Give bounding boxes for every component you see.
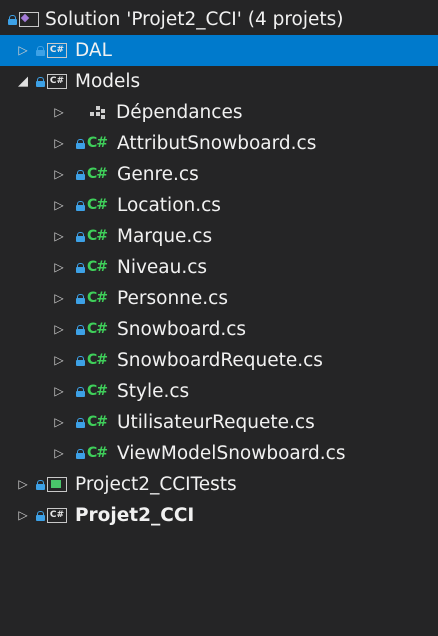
file-label: Genre.cs [117, 164, 199, 185]
file-label: ViewModelSnowboard.cs [117, 443, 346, 464]
csharp-file-icon: C# [87, 228, 108, 244]
csharp-file-icon: C# [87, 414, 108, 430]
project-node-main[interactable]: ▷ C# Projet2_CCI [0, 500, 438, 531]
file-node[interactable]: ▷ C# ViewModelSnowboard.cs [0, 438, 438, 469]
lock-icon [76, 293, 85, 304]
csharp-file-icon: C# [87, 135, 108, 151]
expand-arrow-icon[interactable]: ▷ [52, 376, 66, 407]
file-node[interactable]: ▷ C# Marque.cs [0, 221, 438, 252]
file-label: Personne.cs [117, 288, 228, 309]
file-node[interactable]: ▷ C# AttributSnowboard.cs [0, 128, 438, 159]
expand-arrow-icon[interactable]: ▷ [16, 500, 30, 531]
expand-arrow-icon[interactable]: ▷ [52, 190, 66, 221]
lock-icon [76, 200, 85, 211]
csharp-file-icon: C# [87, 290, 108, 306]
project-label-dal: DAL [75, 40, 112, 61]
solution-icon [19, 12, 39, 27]
expand-arrow-icon[interactable]: ▷ [52, 283, 66, 314]
file-node[interactable]: ▷ C# UtilisateurRequete.cs [0, 407, 438, 438]
lock-icon [76, 355, 85, 366]
dependencies-node[interactable]: ▷ Dépendances [0, 97, 438, 128]
solution-label: Solution 'Projet2_CCI' (4 projets) [45, 9, 344, 30]
file-node[interactable]: ▷ C# Snowboard.cs [0, 314, 438, 345]
lock-icon [76, 138, 85, 149]
project-label-main: Projet2_CCI [75, 505, 195, 526]
file-node[interactable]: ▷ C# Style.cs [0, 376, 438, 407]
csharp-file-icon: C# [87, 352, 108, 368]
project-node-tests[interactable]: ▷ Project2_CCITests [0, 469, 438, 500]
lock-icon [76, 231, 85, 242]
file-label: Style.cs [117, 381, 190, 402]
expand-arrow-icon[interactable]: ▷ [52, 345, 66, 376]
file-label: Marque.cs [117, 226, 213, 247]
expand-arrow-icon[interactable]: ▷ [52, 314, 66, 345]
file-node[interactable]: ▷ C# Personne.cs [0, 283, 438, 314]
csharp-project-icon: C# [47, 74, 67, 89]
lock-icon [36, 76, 45, 87]
csharp-project-icon: C# [47, 508, 67, 523]
dependencies-icon [90, 105, 106, 120]
lock-icon [76, 169, 85, 180]
lock-icon [76, 324, 85, 335]
collapse-arrow-icon[interactable]: ◢ [16, 66, 30, 97]
lock-icon [8, 14, 17, 25]
expand-arrow-icon[interactable]: ▷ [52, 97, 66, 128]
expand-arrow-icon[interactable]: ▷ [52, 438, 66, 469]
file-label: UtilisateurRequete.cs [117, 412, 315, 433]
expand-arrow-icon[interactable]: ▷ [52, 128, 66, 159]
lock-icon [36, 510, 45, 521]
csharp-file-icon: C# [87, 321, 108, 337]
lock-icon [36, 479, 45, 490]
file-label: Snowboard.cs [117, 319, 247, 340]
project-node-models[interactable]: ◢ C# Models [0, 66, 438, 97]
csharp-project-icon: C# [47, 43, 67, 58]
expand-arrow-icon[interactable]: ▷ [52, 407, 66, 438]
file-node[interactable]: ▷ C# Niveau.cs [0, 252, 438, 283]
project-label-models: Models [75, 71, 141, 92]
csharp-file-icon: C# [87, 383, 108, 399]
file-label: Location.cs [117, 195, 221, 216]
file-label: AttributSnowboard.cs [117, 133, 317, 154]
file-label: Niveau.cs [117, 257, 208, 278]
expand-arrow-icon[interactable]: ▷ [52, 252, 66, 283]
project-node-dal[interactable]: ▷ C# DAL [0, 35, 438, 66]
csharp-file-icon: C# [87, 197, 108, 213]
solution-node[interactable]: Solution 'Projet2_CCI' (4 projets) [0, 4, 438, 35]
csharp-file-icon: C# [87, 445, 108, 461]
expand-arrow-icon[interactable]: ▷ [16, 35, 30, 66]
file-node[interactable]: ▷ C# SnowboardRequete.cs [0, 345, 438, 376]
file-label: SnowboardRequete.cs [117, 350, 323, 371]
file-node[interactable]: ▷ C# Genre.cs [0, 159, 438, 190]
solution-explorer-tree: Solution 'Projet2_CCI' (4 projets) ▷ C# … [0, 0, 438, 636]
lock-icon [36, 45, 45, 56]
expand-arrow-icon[interactable]: ▷ [16, 469, 30, 500]
lock-icon [76, 386, 85, 397]
lock-icon [76, 448, 85, 459]
test-project-icon [47, 477, 67, 492]
expand-arrow-icon[interactable]: ▷ [52, 159, 66, 190]
file-node[interactable]: ▷ C# Location.cs [0, 190, 438, 221]
csharp-file-icon: C# [87, 259, 108, 275]
project-label-tests: Project2_CCITests [75, 474, 237, 495]
expand-arrow-icon[interactable]: ▷ [52, 221, 66, 252]
csharp-file-icon: C# [87, 166, 108, 182]
dependencies-label: Dépendances [116, 102, 243, 123]
lock-icon [76, 262, 85, 273]
lock-icon [76, 417, 85, 428]
